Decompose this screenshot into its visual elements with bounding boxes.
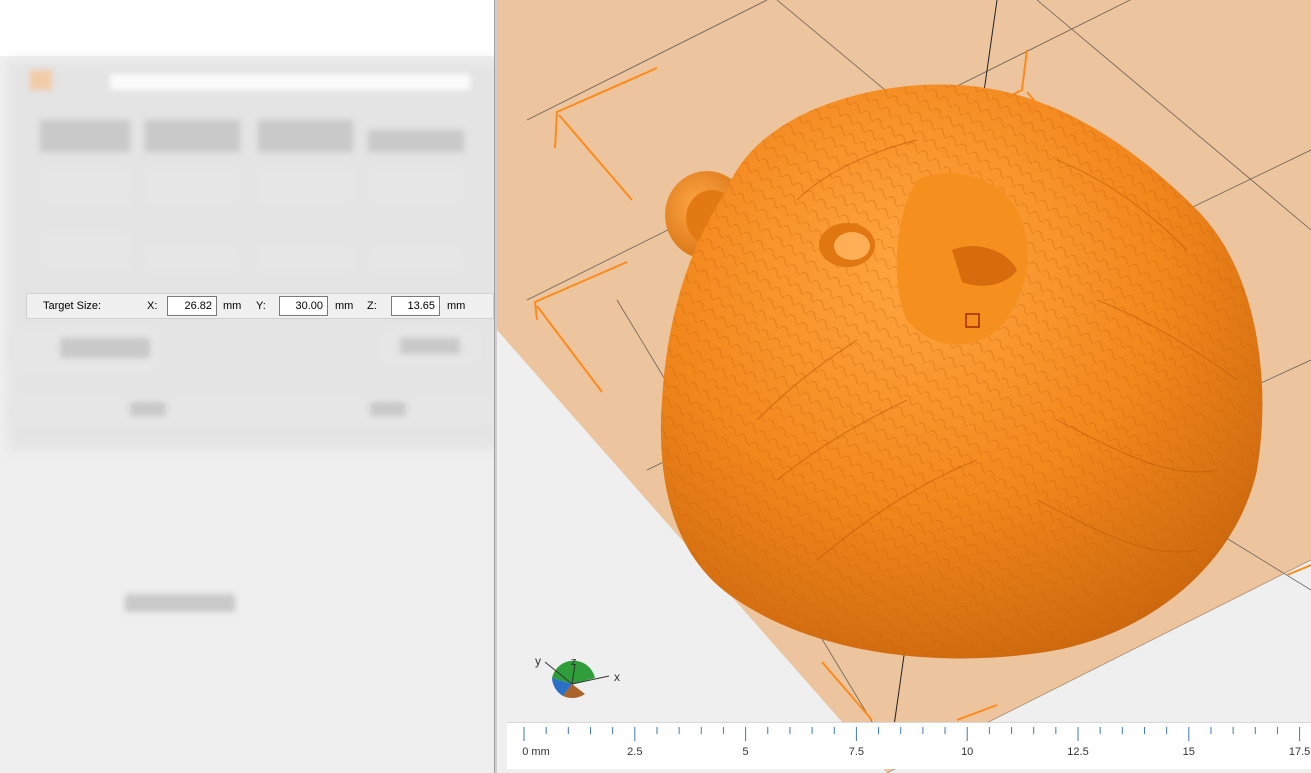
target-y-unit: mm — [335, 300, 354, 312]
target-x-label: X: — [147, 300, 158, 312]
ruler-tick-label: 17.5 — [1289, 746, 1310, 758]
measurement-ruler: 0 mm2.557.51012.51517.52022.52527.53032.… — [507, 722, 1311, 769]
ruler-tick-label: 15 — [1183, 746, 1195, 758]
target-z-label: Z: — [367, 300, 377, 312]
target-x-input[interactable] — [167, 296, 217, 316]
panel-header-area — [0, 0, 497, 56]
target-x-unit: mm — [223, 300, 242, 312]
3d-viewport[interactable]: y z x 0 mm2.557.51012.51517.52022.52527.… — [497, 0, 1311, 773]
axis-z-label: z — [571, 656, 577, 668]
axis-y-label: y — [535, 654, 541, 668]
target-z-unit: mm — [447, 300, 466, 312]
ruler-tick-label: 2.5 — [627, 746, 642, 758]
axis-orientation-gizmo[interactable]: y z x — [527, 648, 627, 708]
target-z-input[interactable] — [391, 296, 440, 316]
obscured-status-text — [125, 594, 235, 612]
settings-panel: Target Size: X: mm Y: mm Z: mm — [0, 0, 497, 773]
axis-x-label: x — [614, 670, 620, 684]
ruler-tick-label: 10 — [961, 746, 973, 758]
target-y-label: Y: — [256, 300, 266, 312]
ruler-tick-label: 7.5 — [849, 746, 864, 758]
ruler-tick-label: 12.5 — [1067, 746, 1088, 758]
target-size-label: Target Size: — [43, 300, 102, 312]
ruler-tick-label: 5 — [743, 746, 749, 758]
target-size-row: Target Size: X: mm Y: mm Z: mm — [26, 293, 494, 319]
target-y-input[interactable] — [279, 296, 328, 316]
ruler-unit-label: 0 mm — [522, 746, 550, 758]
obscured-settings-area — [0, 56, 497, 456]
